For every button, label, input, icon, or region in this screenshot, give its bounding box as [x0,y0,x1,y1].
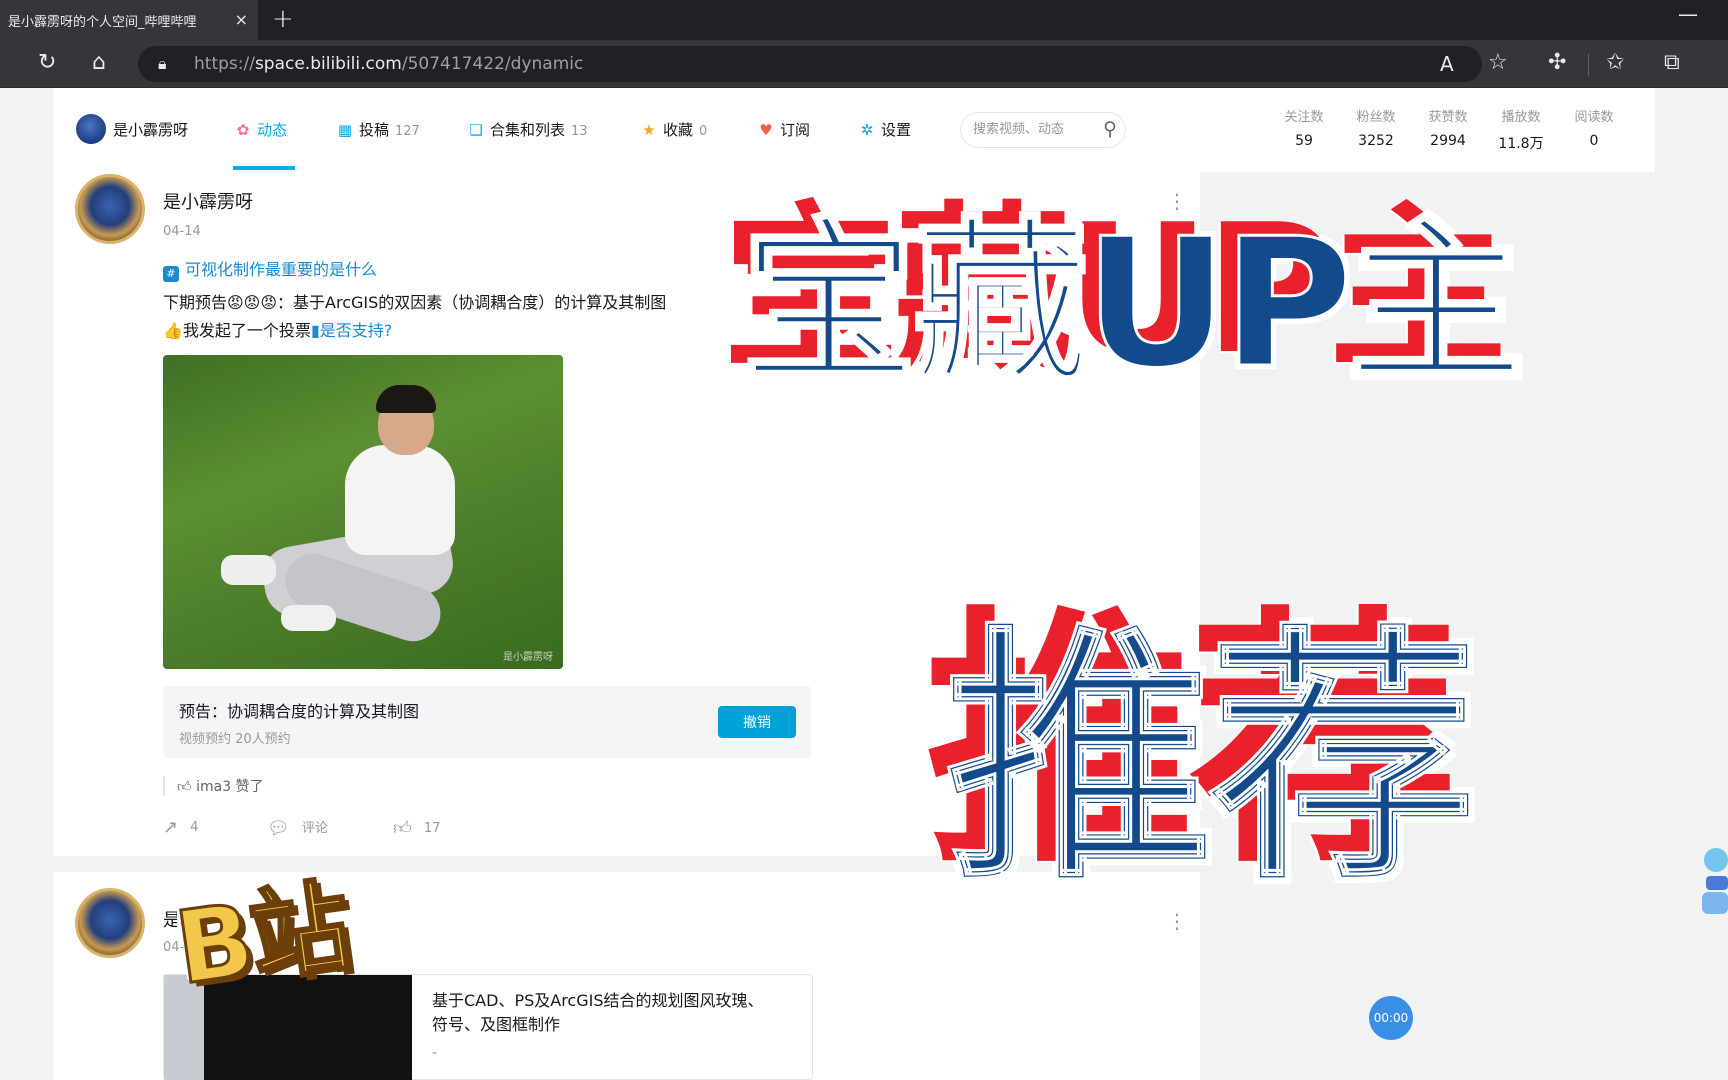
subscribe-icon: ♥ [759,121,773,139]
favorites-star-icon: ★ [642,121,656,139]
author-avatar[interactable] [75,174,145,244]
reservation-title: 预告：协调耦合度的计算及其制图 [179,702,420,721]
vote-line: 👍我发起了一个投票▮是否支持? [163,321,393,340]
chart-icon: ▮ [310,321,320,340]
post-text: 下期预告😡😡😡：基于ArcGIS的双因素（协调耦合度）的计算及其制图 [163,293,667,312]
search-icon[interactable]: ⚲ [1103,118,1117,140]
space-search[interactable]: ⚲ [960,112,1126,148]
lock-icon: 🔒︎ [158,54,167,73]
stat-likes: 获赞数 2994 [1428,110,1468,149]
search-input[interactable] [973,122,1089,137]
browser-tab-bar: 是小霹雳呀的个人空间_哔哩哔哩 × + — [0,0,1728,40]
reservation-card[interactable]: 预告：协调耦合度的计算及其制图 视频预约 20人预约 撤销 [163,686,811,758]
address-bar[interactable]: 🔒︎ https://space.bilibili.com/507417422/… [138,46,1482,82]
collection-icon: ❏ [469,121,483,139]
video-title[interactable]: 基于CAD、PS及ArcGIS结合的规划图风玫瑰、符号、及图框制作 [432,989,772,1037]
overlay-subtitle: 推荐 [944,601,1481,919]
photo-detail [345,445,455,555]
stat-plays: 播放数 11.8万 [1498,110,1544,152]
close-icon[interactable]: × [235,10,248,29]
author-avatar[interactable] [75,888,145,958]
video-desc: - [432,1045,438,1061]
reservation-meta: 视频预约 20人预约 [179,732,291,747]
stat-followers[interactable]: 粉丝数 3252 [1341,106,1411,149]
share-icon: ↗ [163,817,179,838]
browser-toolbar: ↻ ⌂ 🔒︎ https://space.bilibili.com/507417… [0,40,1728,88]
active-tab-indicator [233,166,295,170]
favorites-icon[interactable]: ✩ [1606,50,1624,76]
photo-detail [281,605,336,631]
refresh-icon[interactable]: ↻ [38,50,56,76]
mascot-part [1704,848,1728,872]
tab-subscribe[interactable]: ♥ 订阅 [756,119,810,140]
new-tab-button[interactable]: + [272,4,294,34]
comment-icon: 💬︎ [267,818,290,839]
thumb-icon: 👍︎ [177,779,192,795]
tab-settings[interactable]: ✲ 设置 [857,119,911,140]
minimize-icon[interactable]: — [1678,2,1698,26]
stat-following[interactable]: 关注数 59 [1269,106,1339,149]
favorite-add-icon[interactable]: ☆ [1488,50,1508,76]
cancel-reservation-button[interactable]: 撤销 [718,706,796,738]
player-timer[interactable]: 00:00 [1369,996,1413,1040]
tab-collections[interactable]: ❏ 合集和列表 13 [466,119,587,140]
post-date: 04-14 [163,224,201,239]
upload-icon: ▦ [337,121,353,139]
mascot-widget[interactable] [1700,848,1728,918]
home-icon[interactable]: ⌂ [92,50,106,76]
overlay-title: 宝藏UP主 [739,199,1527,409]
image-watermark: 是小霹雳呀 [503,652,553,663]
url-text[interactable]: https://space.bilibili.com/507417422/dyn… [194,54,583,74]
photo-detail [376,385,436,413]
topic-icon: # [163,266,179,282]
vote-link[interactable]: ▮是否支持? [311,321,392,340]
share-button[interactable]: ↗ 4 [163,817,198,838]
author-name[interactable]: 是小霹雳呀 [163,188,253,214]
liked-by: 👍︎ ima3 赞了 [163,776,264,796]
collections-icon[interactable]: ⧉ [1664,50,1680,76]
username[interactable]: 是小霹雳呀 [113,119,188,140]
settings-icon: ✲ [860,121,874,139]
avatar[interactable] [76,114,106,144]
stat-reads: 阅读数 0 [1574,110,1614,149]
tab-title: 是小霹雳呀的个人空间_哔哩哔哩 [8,14,197,30]
tab-favorites[interactable]: ★ 收藏 0 [639,119,707,140]
mascot-part [1706,876,1728,890]
dynamic-icon: ✿ [236,121,250,139]
topic-link[interactable]: # 可视化制作最重要的是什么 [163,256,377,282]
post-image[interactable]: 是小霹雳呀 [163,355,563,669]
photo-detail [221,555,276,585]
overlay-badge: B站 [167,866,357,1009]
browser-tab[interactable]: 是小霹雳呀的个人空间_哔哩哔哩 × [0,0,258,40]
like-button[interactable]: 👍︎ 17 [393,817,440,839]
extensions-icon[interactable]: ✣ [1548,50,1566,76]
toolbar-divider [1588,54,1589,76]
tab-dynamic[interactable]: ✿ 动态 [233,119,287,140]
mascot-part [1702,892,1728,914]
comment-button[interactable]: 💬︎ 评论 [267,817,328,839]
like-icon: 👍︎ [393,818,412,839]
tab-uploads[interactable]: ▦ 投稿 127 [335,119,420,140]
read-aloud-icon[interactable]: A [1440,52,1454,76]
